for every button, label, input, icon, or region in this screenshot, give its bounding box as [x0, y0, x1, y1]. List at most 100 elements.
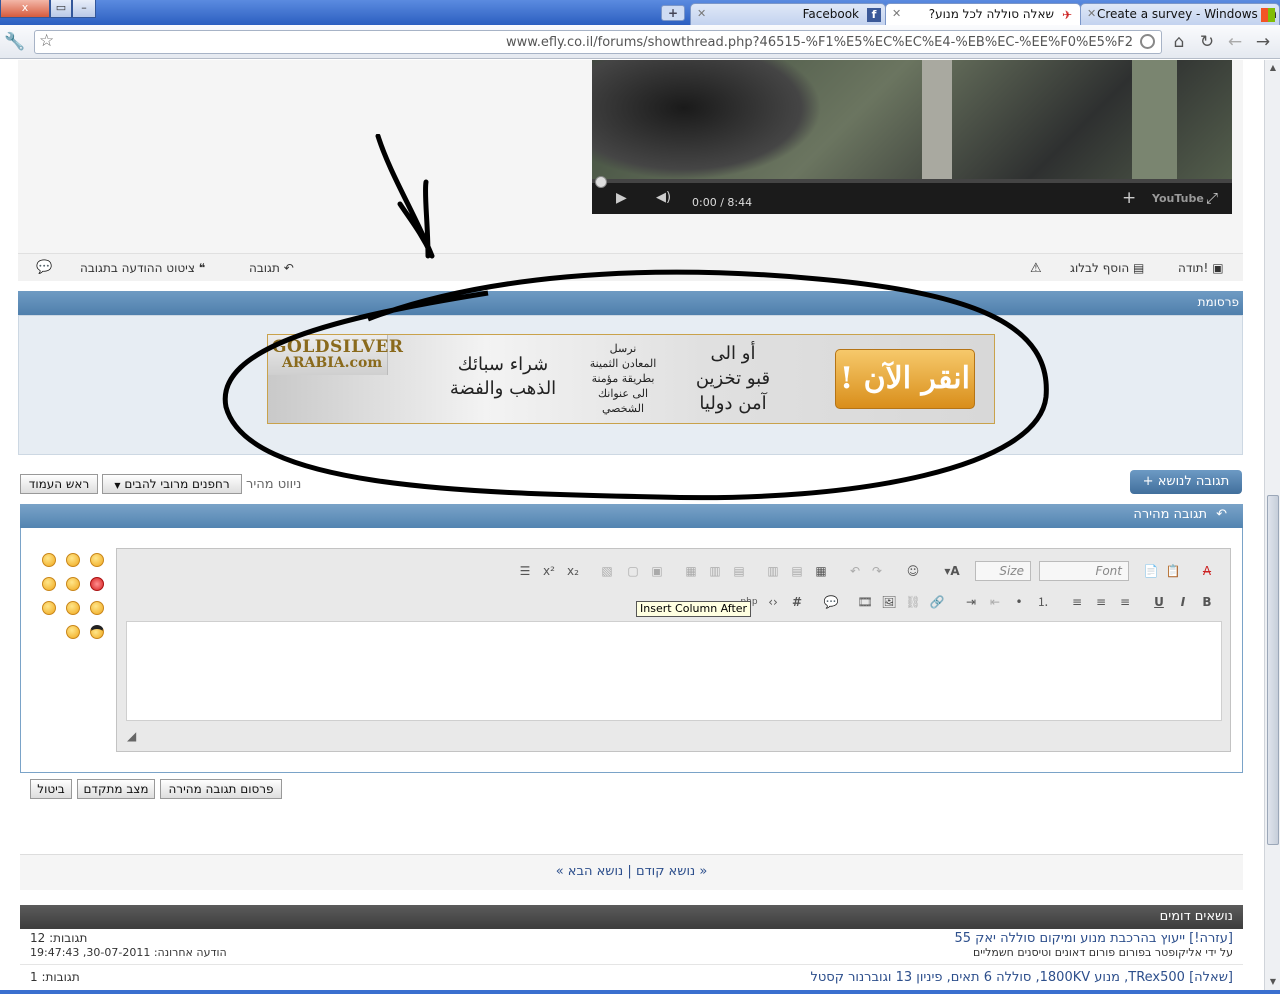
size-select[interactable]: Size	[975, 561, 1031, 581]
insert-column-icon[interactable]: ▥	[705, 561, 725, 581]
italic-icon[interactable]: I	[1173, 592, 1193, 612]
reload-icon[interactable]: ↻	[1196, 31, 1218, 53]
wrench-icon[interactable]: 🔧	[4, 31, 26, 53]
reply-to-topic-button[interactable]: + תגובה לנושא	[1130, 470, 1242, 494]
table-row-icon[interactable]: ▤	[787, 561, 807, 581]
rolleyes-icon[interactable]	[42, 601, 56, 615]
video-controls: ▶ ◀) 0:00 / 8:44 + YouTube ⤢	[592, 176, 1232, 214]
back-icon[interactable]: ←	[1224, 31, 1246, 53]
delete-row-icon[interactable]: ▦	[681, 561, 701, 581]
similar-thread-title[interactable]: [עזרה!] ייעוץ בהרכבת מנוע ומיקום סוללה י…	[954, 931, 1233, 946]
vertical-scrollbar[interactable]: ▲ ▼	[1264, 60, 1280, 994]
add-to-blog-link[interactable]: הוסף לבלוג ▤	[1070, 261, 1144, 275]
align-left-icon[interactable]: ≡	[1067, 592, 1087, 612]
mad-icon[interactable]	[90, 577, 104, 591]
subscript-icon[interactable]: x₂	[563, 561, 583, 581]
tab-facebook[interactable]: ✕ Facebook f	[690, 3, 886, 25]
merge-cells-icon[interactable]: ▧	[597, 561, 617, 581]
quote-in-reply-link[interactable]: ציטוט ההודעה בתגובה ❝	[80, 261, 205, 275]
align-center-icon[interactable]: ≡	[1091, 592, 1111, 612]
video-progress-track[interactable]	[592, 179, 1232, 183]
tab-close-icon[interactable]: ✕	[697, 4, 706, 24]
post-quick-reply-button[interactable]: פרסום תגובה מהירה	[160, 779, 282, 799]
multiquote-icon[interactable]: 💬	[36, 260, 52, 275]
top-of-page-button[interactable]: ראש העמוד	[20, 474, 98, 494]
text-color-icon[interactable]: ▾A	[937, 561, 967, 581]
forward-icon[interactable]: →	[1252, 31, 1274, 53]
superscript-icon[interactable]: x²	[539, 561, 559, 581]
outdent-icon[interactable]: ⇤	[985, 592, 1005, 612]
horizontal-rule-icon[interactable]: ☰	[515, 561, 535, 581]
previous-thread-link[interactable]: « נושא קודם	[636, 864, 707, 879]
bookmark-star-icon[interactable]: ☆	[39, 31, 54, 51]
add-icon[interactable]: +	[1122, 188, 1136, 208]
thanks-link[interactable]: תודה! ▣	[1178, 261, 1224, 275]
page-info-icon[interactable]	[1140, 34, 1155, 49]
biggrin-icon[interactable]	[66, 601, 80, 615]
forum-jump-select[interactable]: ▼ רחפנים מרובי להבים	[102, 474, 242, 494]
tab-current-thread[interactable]: ✕ שאלה סוללה לכל מנוע? ✈	[885, 3, 1081, 25]
video-progress-handle[interactable]	[595, 176, 607, 188]
window-close-button[interactable]: x	[0, 0, 50, 18]
scroll-down-icon[interactable]: ▼	[1267, 976, 1279, 988]
confused-icon[interactable]	[42, 577, 56, 591]
unlink-icon[interactable]: ⛓	[903, 592, 923, 612]
address-bar[interactable]: ☆ www.efly.co.il/forums/showthread.php?4…	[34, 30, 1162, 54]
smile-icon[interactable]	[90, 553, 104, 567]
underline-icon[interactable]: U	[1149, 592, 1169, 612]
bullet-list-icon[interactable]: •	[1009, 592, 1029, 612]
numbered-list-icon[interactable]: ⒈	[1033, 592, 1053, 612]
redo-icon[interactable]: ↷	[867, 561, 887, 581]
airplane-icon: ✈	[1062, 8, 1073, 22]
window-minimize-button[interactable]: –	[72, 0, 96, 18]
grin-icon[interactable]	[42, 553, 56, 567]
new-tab-button[interactable]: +	[661, 5, 685, 21]
tongue-icon[interactable]	[66, 577, 80, 591]
eek-icon[interactable]	[66, 625, 80, 639]
table-delete-icon[interactable]: ▥	[763, 561, 783, 581]
image-icon[interactable]: 🖼	[879, 592, 899, 612]
thanks-icon: ▣	[1212, 261, 1224, 275]
advanced-mode-button[interactable]: מצב מתקדם	[77, 779, 155, 799]
video-icon[interactable]: 🎞	[855, 592, 875, 612]
chevron-down-icon: ▼	[114, 481, 121, 490]
align-right-icon[interactable]: ≡	[1115, 592, 1135, 612]
paste-icon[interactable]: 📋	[1163, 561, 1183, 581]
play-icon[interactable]: ▶	[616, 190, 627, 206]
fullscreen-icon[interactable]: ⤢	[1206, 189, 1218, 207]
resize-handle-icon[interactable]: ◢	[127, 729, 136, 743]
quote-icon[interactable]: 💬	[821, 592, 841, 612]
undo-icon[interactable]: ↶	[845, 561, 865, 581]
table-icon[interactable]: ▦	[811, 561, 831, 581]
tab-create-survey[interactable]: ✕ Create a survey - Windows Sh	[1080, 3, 1280, 25]
smiley-icon[interactable]: ☺	[903, 561, 923, 581]
code-icon[interactable]: ‹›	[763, 592, 783, 612]
similar-thread-title[interactable]: [שאלה] TRex500, מנוע 1800KV, סוללה 6 תאי…	[810, 970, 1233, 985]
remove-format-icon[interactable]: A	[1197, 561, 1217, 581]
quote-icon: ❝	[198, 261, 206, 275]
table-props-icon[interactable]: ▣	[647, 561, 667, 581]
frown-icon[interactable]	[66, 553, 80, 567]
insert-row-icon[interactable]: ▤	[729, 561, 749, 581]
bold-icon[interactable]: B	[1197, 592, 1217, 612]
paste-text-icon[interactable]: 📄	[1141, 561, 1161, 581]
tab-label: Create a survey - Windows Sh	[1097, 7, 1277, 21]
cool-icon[interactable]	[90, 625, 104, 639]
link-icon[interactable]: 🔗	[927, 592, 947, 612]
tab-close-icon[interactable]: ✕	[892, 4, 901, 24]
hash-icon[interactable]: #	[787, 592, 807, 612]
scroll-up-icon[interactable]: ▲	[1267, 62, 1279, 74]
tab-close-icon[interactable]: ✕	[1087, 4, 1096, 24]
indent-icon[interactable]: ⇥	[961, 592, 981, 612]
font-select[interactable]: Font	[1039, 561, 1129, 581]
window-restore-button[interactable]: ▭	[50, 0, 72, 18]
cancel-button[interactable]: ביטול	[30, 779, 72, 799]
wink-icon[interactable]	[90, 601, 104, 615]
youtube-logo[interactable]: YouTube	[1152, 192, 1204, 205]
volume-icon[interactable]: ◀)	[656, 190, 671, 205]
message-textarea[interactable]	[126, 621, 1222, 721]
home-icon[interactable]: ⌂	[1168, 31, 1190, 53]
cell-props-icon[interactable]: ▢	[623, 561, 643, 581]
scrollbar-thumb[interactable]	[1267, 495, 1279, 845]
next-thread-link[interactable]: נושא הבא »	[556, 864, 624, 879]
